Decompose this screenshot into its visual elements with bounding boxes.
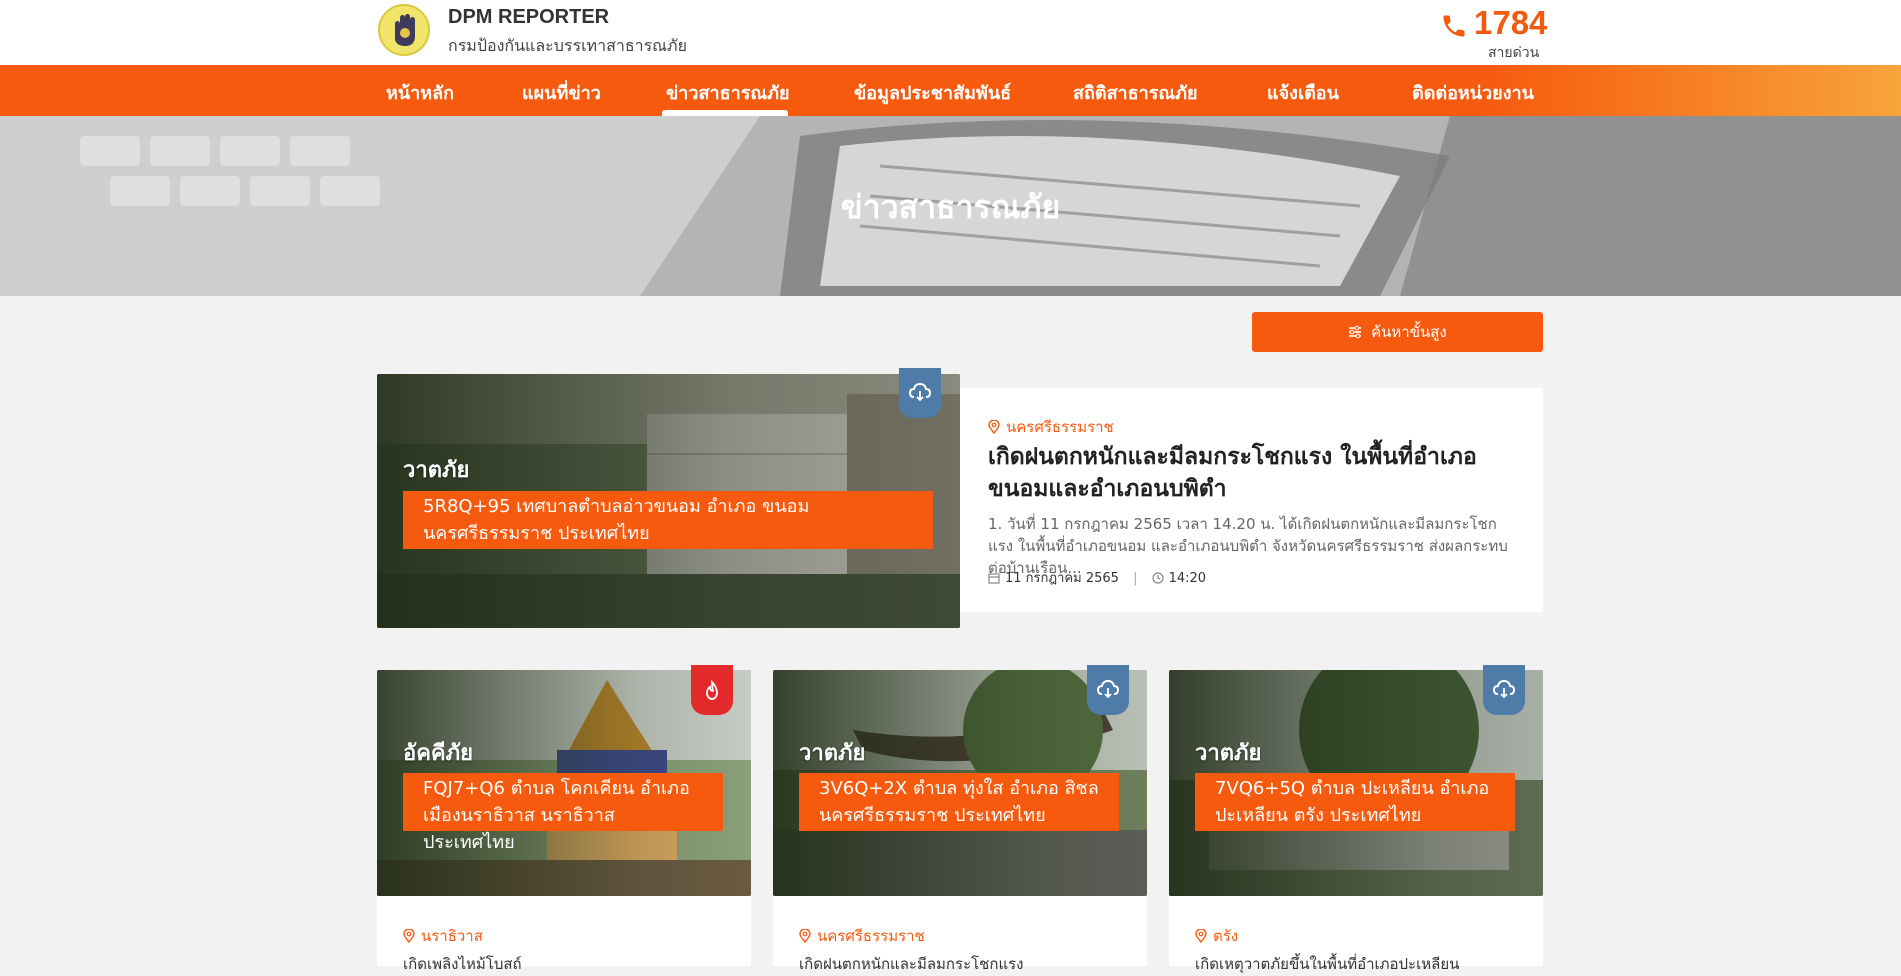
nav-contact[interactable]: ติดต่อหน่วยงาน	[1412, 78, 1534, 107]
cloud-icon	[909, 383, 931, 401]
card-title[interactable]: เกิดเหตุวาตภัยขึ้นในพื้นที่อำเภอปะเหลียน	[1195, 952, 1459, 976]
card-province: ตรัง	[1213, 927, 1239, 945]
card-location: ตรัง	[1195, 924, 1238, 948]
category-badge	[1483, 665, 1525, 715]
hotline-number[interactable]: 1784	[1474, 4, 1547, 42]
card-location: นราธิวาส	[403, 924, 483, 948]
nav-disaster-news[interactable]: ข่าวสาธารณภัย	[666, 78, 790, 107]
main-nav: หน้าหลัก แผนที่ข่าว ข่าวสาธารณภัย ข้อมูล…	[0, 65, 1901, 116]
calendar-icon	[988, 573, 1000, 584]
card-category: อัคคีภัย	[403, 741, 474, 766]
nav-alerts[interactable]: แจ้งเตือน	[1267, 78, 1339, 107]
featured-title[interactable]: เกิดฝนตกหนักและมีลมกระโชกแรง ในพื้นที่อำ…	[988, 441, 1518, 505]
card-location: นครศรีธรรมราช	[799, 924, 925, 948]
dpm-logo[interactable]	[378, 4, 430, 56]
category-badge	[691, 665, 733, 715]
card-address: 3V6Q+2X ตำบล ทุ่งใส อำเภอ สิชล นครศรีธรร…	[799, 773, 1119, 831]
featured-category-badge	[899, 368, 941, 418]
map-pin-icon	[1195, 928, 1207, 944]
fire-icon	[706, 680, 718, 700]
sliders-icon	[1348, 323, 1371, 341]
advanced-search-label: ค้นหาขั้นสูง	[1371, 323, 1447, 341]
card-province: นครศรีธรรมราช	[817, 927, 925, 945]
featured-province: นครศรีธรรมราช	[1006, 418, 1114, 436]
nav-statistics[interactable]: สถิติสาธารณภัย	[1073, 78, 1198, 107]
hero-banner: ข่าวสาธารณภัย	[0, 116, 1901, 296]
brand-subtitle: กรมป้องกันและบรรเทาสาธารณภัย	[448, 36, 687, 55]
hotline-label: สายด่วน	[1488, 45, 1540, 61]
phone-icon	[1440, 12, 1468, 44]
card-category: วาตภัย	[1195, 741, 1262, 766]
map-pin-icon	[799, 928, 811, 944]
cloud-icon	[1097, 680, 1119, 698]
nav-news-map[interactable]: แผนที่ข่าว	[522, 78, 601, 107]
meta-separator: |	[1133, 571, 1138, 586]
nav-public-info[interactable]: ข้อมูลประชาสัมพันธ์	[854, 78, 1011, 107]
card-category: วาตภัย	[799, 741, 866, 766]
card-address: 7VQ6+5Q ตำบล ปะเหลียน อำเภอ ปะเหลียน ตรั…	[1195, 773, 1515, 831]
advanced-search-button[interactable]: ค้นหาขั้นสูง	[1252, 312, 1543, 352]
card-province: นราธิวาส	[421, 927, 483, 945]
site-header: DPM REPORTER กรมป้องกันและบรรเทาสาธารณภั…	[0, 0, 1901, 65]
featured-location: นครศรีธรรมราช	[988, 415, 1114, 439]
category-badge	[1087, 665, 1129, 715]
card-title[interactable]: เกิดฝนตกหนักและมีลมกระโชกแรง	[799, 952, 1024, 976]
page-title: ข่าวสาธารณภัย	[840, 188, 1061, 226]
card-title[interactable]: เกิดเพลิงไหม้โบสถ์	[403, 952, 522, 976]
featured-address: 5R8Q+95 เทศบาลตำบลอ่าวขนอม อำเภอ ขนอม นค…	[403, 491, 933, 549]
card-address: FQJ7+Q6 ตำบล โคกเคียน อำเภอ เมืองนราธิวา…	[403, 773, 723, 853]
clock-icon	[1151, 572, 1164, 584]
cloud-icon	[1493, 680, 1515, 698]
featured-date: 11 กรกฎาคม 2565	[1005, 571, 1119, 586]
featured-time: 14:20	[1168, 571, 1207, 586]
featured-meta: 11 กรกฎาคม 2565 | 14:20	[988, 567, 1206, 588]
brand-title: DPM REPORTER	[448, 6, 610, 28]
nav-home[interactable]: หน้าหลัก	[386, 78, 454, 107]
featured-category: วาตภัย	[403, 458, 470, 483]
map-pin-icon	[988, 419, 1000, 435]
map-pin-icon	[403, 928, 415, 944]
